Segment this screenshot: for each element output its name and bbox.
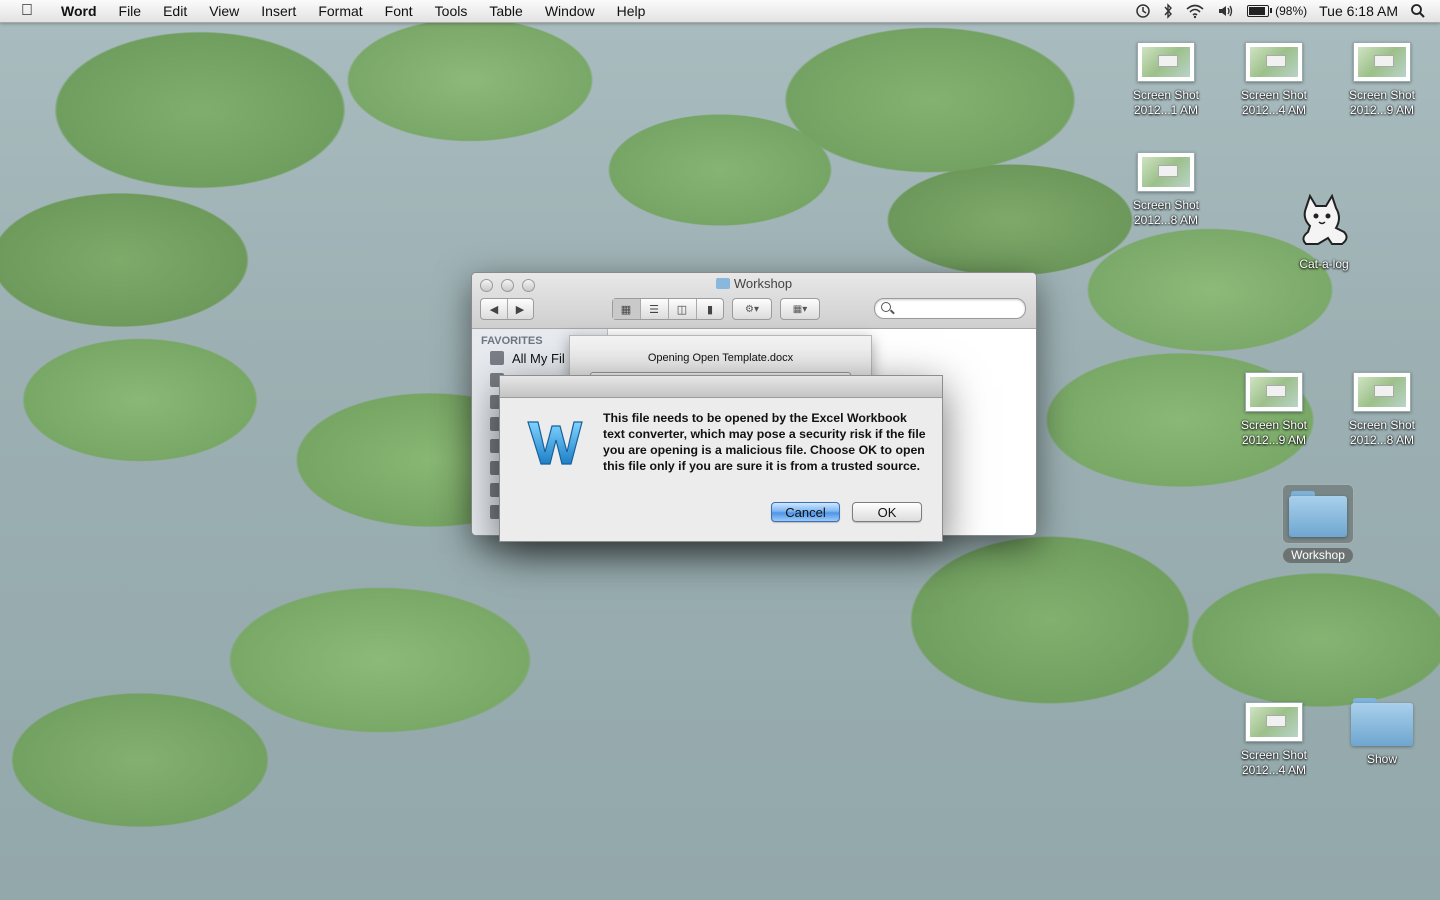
finder-toolbar: Workshop ◀ ▶ ▦ ☰ ◫ ▮ ⚙▾ ▦▾ <box>472 273 1036 329</box>
arrange-icon: ▦▾ <box>792 303 808 315</box>
desktop-icon-sublabel-6: 2012...8 AM <box>1349 433 1415 447</box>
wifi-icon[interactable] <box>1185 0 1205 22</box>
apple-icon[interactable]:  <box>18 2 36 20</box>
desktop-icon-label-show: Show <box>1366 752 1398 766</box>
cat-icon <box>1302 193 1348 245</box>
menu-file[interactable]: File <box>108 0 153 22</box>
desktop-icon-screenshot-3[interactable]: Screen Shot 2012...9 AM <box>1332 42 1432 118</box>
battery-percent: (98%) <box>1275 4 1308 18</box>
view-mode-control[interactable]: ▦ ☰ ◫ ▮ <box>612 298 724 320</box>
desktop-icon-label-4: Screen Shot <box>1132 198 1200 212</box>
security-alert-dialog: This file needs to be opened by the Exce… <box>499 375 943 542</box>
folder-icon <box>1289 491 1347 537</box>
forward-arrow-icon[interactable]: ▶ <box>508 299 533 319</box>
bluetooth-icon[interactable] <box>1163 0 1173 22</box>
screenshot-thumbnail <box>1245 702 1303 742</box>
screenshot-thumbnail <box>1245 42 1303 82</box>
desktop-icon-screenshot-5[interactable]: Screen Shot 2012...9 AM <box>1224 372 1324 448</box>
desktop-icon-label-6: Screen Shot <box>1348 418 1416 432</box>
column-view-icon[interactable]: ◫ <box>669 299 697 319</box>
back-arrow-icon[interactable]: ◀ <box>482 299 508 319</box>
desktop-icon-label-5: Screen Shot <box>1240 418 1308 432</box>
selection-highlight <box>1282 484 1354 544</box>
opening-file-text: Opening Open Template.docx <box>647 352 794 364</box>
desktop-icon-screenshot-1[interactable]: Screen Shot 2012...1 AM <box>1116 42 1216 118</box>
sidebar-item-label: All My Fil <box>512 350 565 366</box>
screenshot-thumbnail <box>1137 152 1195 192</box>
menu-window[interactable]: Window <box>534 0 606 22</box>
desktop-icon-sublabel-7: 2012...4 AM <box>1241 763 1307 777</box>
screenshot-thumbnail <box>1353 372 1411 412</box>
ok-button[interactable]: OK <box>852 502 922 522</box>
list-view-icon[interactable]: ☰ <box>641 299 669 319</box>
folder-icon <box>1351 698 1413 746</box>
all-my-files-icon <box>490 351 504 365</box>
status-area: (98%) Tue 6:18 AM <box>1123 0 1440 22</box>
screenshot-thumbnail <box>1245 372 1303 412</box>
back-forward-control[interactable]: ◀ ▶ <box>480 298 534 320</box>
desktop-icon-sublabel-3: 2012...9 AM <box>1349 103 1415 117</box>
spotlight-icon[interactable] <box>1410 0 1426 22</box>
time-machine-icon[interactable] <box>1135 0 1151 22</box>
menu-view[interactable]: View <box>198 0 250 22</box>
finder-search-field[interactable] <box>874 298 1026 319</box>
alert-message: This file needs to be opened by the Exce… <box>603 411 926 473</box>
folder-icon <box>715 278 730 289</box>
battery-icon <box>1247 5 1273 17</box>
desktop-icon-label-workshop: Workshop <box>1283 548 1353 563</box>
desktop-icon-label-3: Screen Shot <box>1348 88 1416 102</box>
desktop-icon-show-folder[interactable]: Show <box>1332 698 1432 767</box>
desktop-icon-label-cat: Cat-a-log <box>1299 257 1349 271</box>
finder-title-text: Workshop <box>733 276 793 291</box>
desktop-icon-sublabel-4: 2012...8 AM <box>1133 213 1199 227</box>
coverflow-view-icon[interactable]: ▮ <box>697 299 724 319</box>
icon-view-icon[interactable]: ▦ <box>612 299 641 319</box>
gear-icon: ⚙▾ <box>745 303 759 315</box>
desktop-icon-screenshot-4[interactable]: Screen Shot 2012...8 AM <box>1116 152 1216 228</box>
menu-app-word[interactable]: Word <box>50 0 108 22</box>
desktop-icon-workshop-folder[interactable]: Workshop <box>1268 484 1368 563</box>
desktop-icon-label-2: Screen Shot <box>1240 88 1308 102</box>
action-menu-button[interactable]: ⚙▾ <box>732 298 772 320</box>
menu-edit[interactable]: Edit <box>152 0 198 22</box>
desktop-icon-cat-a-log[interactable]: Cat-a-log <box>1274 188 1374 272</box>
desktop-icon-sublabel-1: 2012...1 AM <box>1133 103 1199 117</box>
screenshot-thumbnail <box>1353 42 1411 82</box>
desktop-icon-screenshot-6[interactable]: Screen Shot 2012...8 AM <box>1332 372 1432 448</box>
desktop-icon-screenshot-2[interactable]: Screen Shot 2012...4 AM <box>1224 42 1324 118</box>
menu-table[interactable]: Table <box>478 0 533 22</box>
volume-icon[interactable] <box>1217 0 1235 22</box>
desktop-icon-label-7: Screen Shot <box>1240 748 1308 762</box>
desktop-icon-screenshot-7[interactable]: Screen Shot 2012...4 AM <box>1224 702 1324 778</box>
desktop-icon-sublabel-5: 2012...9 AM <box>1241 433 1307 447</box>
word-app-icon <box>524 414 584 470</box>
screenshot-thumbnail <box>1137 42 1195 82</box>
battery-indicator[interactable]: (98%) <box>1247 0 1307 22</box>
menu-tools[interactable]: Tools <box>424 0 479 22</box>
menu-font[interactable]: Font <box>374 0 424 22</box>
desktop-icon-sublabel-2: 2012...4 AM <box>1241 103 1307 117</box>
menu-help[interactable]: Help <box>606 0 657 22</box>
cancel-button[interactable]: Cancel <box>771 502 840 522</box>
arrange-menu-button[interactable]: ▦▾ <box>780 298 820 320</box>
desktop-icon-label-1: Screen Shot <box>1132 88 1200 102</box>
menu-clock[interactable]: Tue 6:18 AM <box>1319 0 1398 22</box>
menu-bar:  Word File Edit View Insert Format Font… <box>0 0 1440 23</box>
finder-title: Workshop <box>472 276 1036 291</box>
menu-insert[interactable]: Insert <box>250 0 307 22</box>
search-icon <box>881 302 891 312</box>
alert-titlebar <box>500 376 942 398</box>
menu-format[interactable]: Format <box>307 0 373 22</box>
